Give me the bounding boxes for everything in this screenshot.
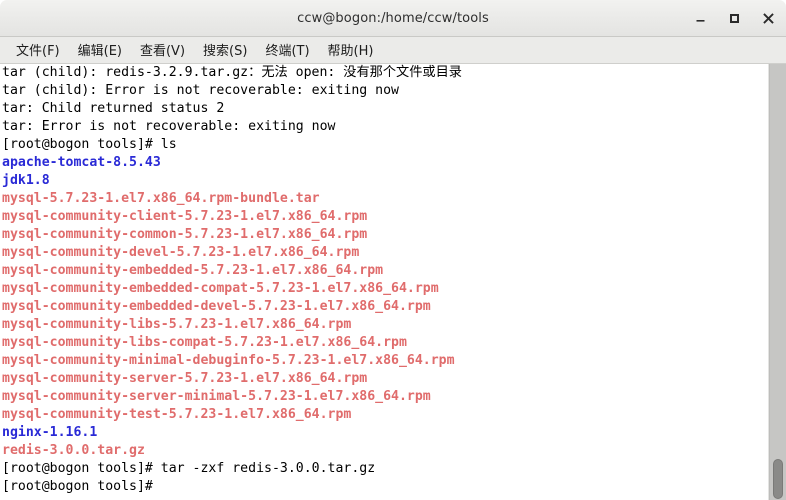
terminal-line: tar (child): Error is not recoverable: e…	[2, 83, 399, 98]
terminal-line: redis-3.0.0.tar.gz	[2, 443, 145, 458]
terminal-line: tar: Child returned status 2	[2, 101, 225, 116]
terminal-scrollbar[interactable]	[769, 64, 786, 500]
terminal-line: mysql-community-client-5.7.23-1.el7.x86_…	[2, 209, 368, 224]
terminal-output[interactable]: tar (child): redis-3.2.9.tar.gz：无法 open:…	[0, 64, 769, 500]
terminal-line: nginx-1.16.1	[2, 425, 98, 440]
terminal-line: jdk1.8	[2, 173, 50, 188]
terminal-line: mysql-community-server-5.7.23-1.el7.x86_…	[2, 371, 368, 386]
terminal-window: ccw@bogon:/home/ccw/tools 文件(F) 编辑(E) 查看(V…	[0, 0, 786, 500]
terminal-area: tar (child): redis-3.2.9.tar.gz：无法 open:…	[0, 64, 786, 500]
terminal-line: mysql-community-embedded-5.7.23-1.el7.x8…	[2, 263, 384, 278]
scrollbar-thumb[interactable]	[773, 459, 783, 499]
terminal-line: mysql-community-server-minimal-5.7.23-1.…	[2, 389, 431, 404]
terminal-line: mysql-community-minimal-debuginfo-5.7.23…	[2, 353, 455, 368]
window-controls	[692, 0, 777, 36]
window-title: ccw@bogon:/home/ccw/tools	[297, 10, 489, 26]
menu-file[interactable]: 文件(F)	[7, 38, 69, 62]
terminal-line: mysql-community-embedded-devel-5.7.23-1.…	[2, 299, 431, 314]
menu-search[interactable]: 搜索(S)	[194, 38, 256, 62]
terminal-line: mysql-5.7.23-1.el7.x86_64.rpm-bundle.tar	[2, 191, 320, 206]
menu-terminal[interactable]: 终端(T)	[256, 38, 318, 62]
menu-view[interactable]: 查看(V)	[131, 38, 194, 62]
terminal-line: tar: Error is not recoverable: exiting n…	[2, 119, 336, 134]
terminal-line: mysql-community-test-5.7.23-1.el7.x86_64…	[2, 407, 352, 422]
terminal-line: [root@bogon tools]#	[2, 479, 161, 494]
terminal-line: mysql-community-devel-5.7.23-1.el7.x86_6…	[2, 245, 360, 260]
terminal-line: tar (child): redis-3.2.9.tar.gz：无法 open:…	[2, 65, 462, 80]
menu-bar: 文件(F) 编辑(E) 查看(V) 搜索(S) 终端(T) 帮助(H)	[0, 37, 786, 64]
terminal-line: mysql-community-libs-compat-5.7.23-1.el7…	[2, 335, 407, 350]
terminal-line: apache-tomcat-8.5.43	[2, 155, 161, 170]
terminal-line: [root@bogon tools]# tar -zxf redis-3.0.0…	[2, 461, 376, 476]
terminal-line: mysql-community-libs-5.7.23-1.el7.x86_64…	[2, 317, 352, 332]
close-icon[interactable]	[760, 10, 777, 27]
menu-help[interactable]: 帮助(H)	[319, 38, 383, 62]
menu-edit[interactable]: 编辑(E)	[69, 38, 131, 62]
maximize-icon[interactable]	[726, 10, 743, 27]
terminal-line: [root@bogon tools]# ls	[2, 137, 177, 152]
terminal-line: mysql-community-common-5.7.23-1.el7.x86_…	[2, 227, 368, 242]
minimize-icon[interactable]	[692, 10, 709, 27]
terminal-line: mysql-community-embedded-compat-5.7.23-1…	[2, 281, 439, 296]
title-bar[interactable]: ccw@bogon:/home/ccw/tools	[0, 0, 786, 37]
